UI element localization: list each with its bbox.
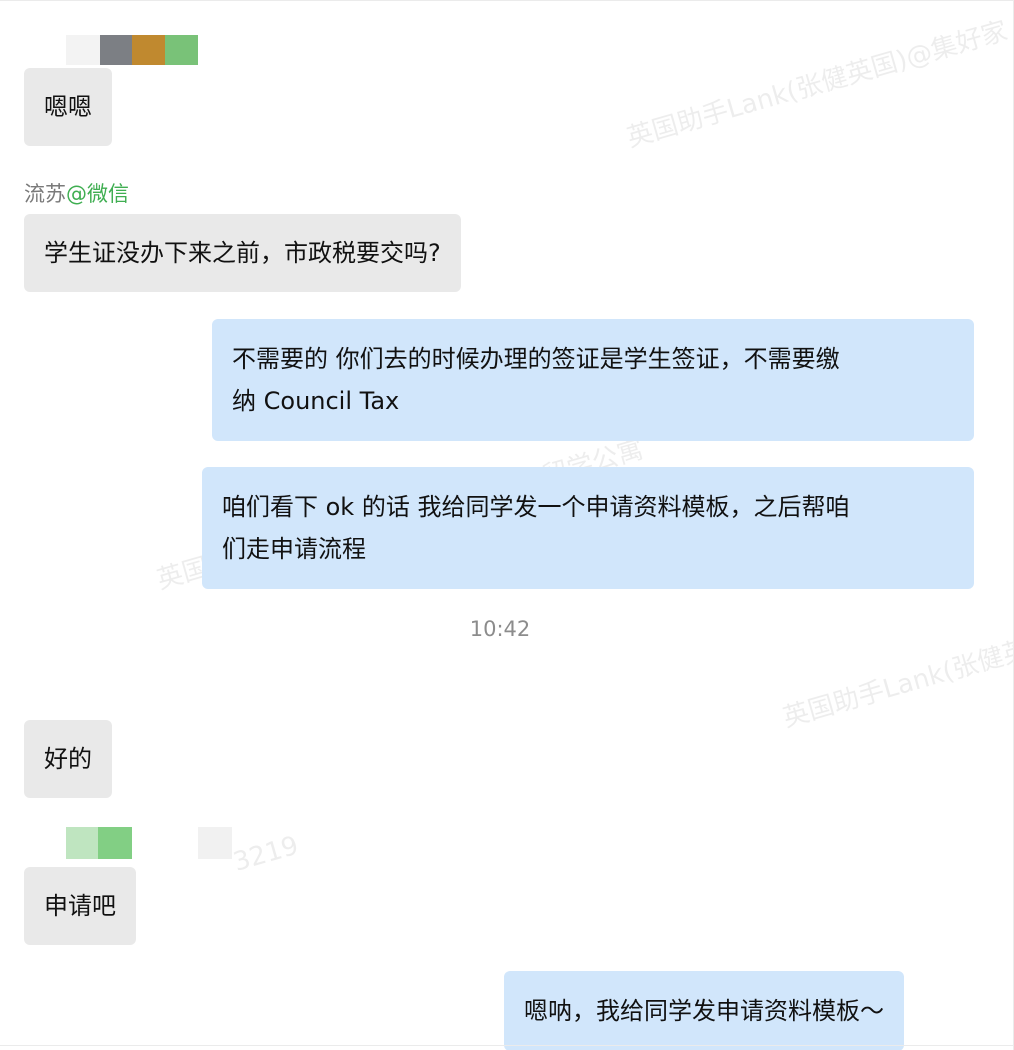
message-timestamp: 10:42 <box>469 617 531 641</box>
divider <box>0 1045 1013 1046</box>
outgoing-message[interactable]: 不需要的 你们去的时候办理的签证是学生签证，不需要缴 纳 Council Tax <box>212 319 974 441</box>
redacted-name-block <box>198 827 232 859</box>
message-text-line: 咱们看下 ok 的话 我给同学发一个申请资料模板，之后帮咱 <box>222 493 850 521</box>
chat-window: 英国助手Lank(张健英国)@集好家 英国助手Lank(张健英 集好家留学公寓 … <box>0 0 1014 1050</box>
incoming-message[interactable]: 嗯嗯 <box>24 68 112 146</box>
redacted-name-block <box>165 35 198 65</box>
watermark-text: 英国助手Lank(张健英国)@集好家 <box>623 16 1011 154</box>
incoming-message[interactable]: 学生证没办下来之前，市政税要交吗? <box>24 214 461 292</box>
message-text: 好的 <box>44 745 92 773</box>
sender-source: @微信 <box>66 182 129 206</box>
redacted-name-block <box>66 827 98 859</box>
outgoing-message[interactable]: 咱们看下 ok 的话 我给同学发一个申请资料模板，之后帮咱 们走申请流程 <box>202 467 974 589</box>
message-text-line: 们走申请流程 <box>222 535 366 563</box>
incoming-message[interactable]: 申请吧 <box>24 867 136 945</box>
incoming-message[interactable]: 好的 <box>24 720 112 798</box>
message-text-line: 纳 Council Tax <box>232 387 400 415</box>
redacted-name-block <box>66 35 100 65</box>
message-text: 嗯嗯 <box>44 93 92 121</box>
redacted-name-block <box>132 35 165 65</box>
message-text: 申请吧 <box>44 892 116 920</box>
watermark-text: 英国助手Lank(张健英 <box>779 634 1014 734</box>
watermark-text: 3219 <box>230 830 302 878</box>
sender-name-text: 流苏 <box>24 182 66 206</box>
redacted-name-block <box>100 35 132 65</box>
sender-name: 流苏@微信 <box>24 178 129 208</box>
message-text: 学生证没办下来之前，市政税要交吗? <box>44 239 441 267</box>
message-text: 嗯呐，我给同学发申请资料模板～ <box>524 997 884 1025</box>
redacted-name-block <box>98 827 132 859</box>
outgoing-message[interactable]: 嗯呐，我给同学发申请资料模板～ <box>504 971 904 1050</box>
message-text-line: 不需要的 你们去的时候办理的签证是学生签证，不需要缴 <box>232 345 840 373</box>
